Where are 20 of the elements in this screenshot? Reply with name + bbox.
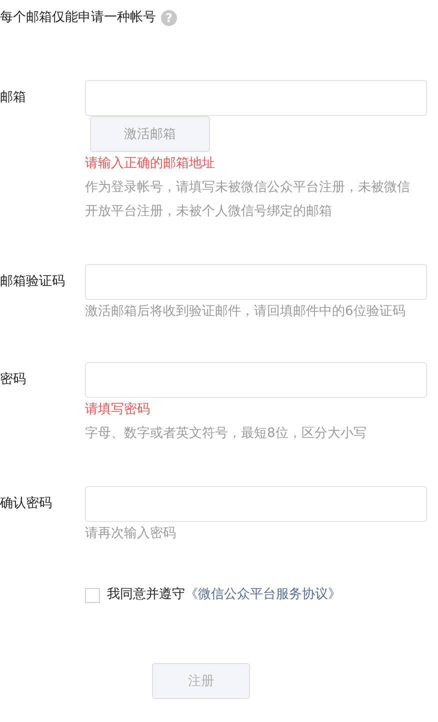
notice-text: 每个邮箱仅能申请一种帐号	[0, 9, 156, 27]
agreement-link[interactable]: 《微信公众平台服务协议》	[185, 587, 341, 602]
hint-text: 作为登录帐号，请填写未被微信公众平台注册，未被微信开放平台注册，未被个人微信号绑定的邮箱	[85, 179, 411, 221]
input-field[interactable]	[85, 486, 427, 522]
agreement-text: 我同意并遵守《微信公众平台服务协议》	[107, 586, 341, 604]
field-label: 确认密码	[0, 495, 52, 513]
input-field[interactable]	[85, 80, 427, 116]
hint-text: 请再次输入密码	[85, 525, 176, 543]
hint-text: 激活邮箱后将收到验证邮件，请回填邮件中的6位验证码	[85, 303, 406, 321]
field-label: 邮箱验证码	[0, 273, 65, 291]
error-text: 请填写密码	[85, 401, 150, 419]
field-label: 密码	[0, 371, 26, 389]
activate-button[interactable]: 激活邮箱	[90, 116, 210, 152]
checkbox[interactable]	[85, 588, 100, 602]
input-field[interactable]	[85, 362, 427, 398]
error-text: 请输入正确的邮箱地址	[85, 155, 215, 173]
help-icon[interactable]: ?	[161, 10, 177, 26]
hint-text: 字母、数字或者英文符号，最短8位，区分大小写	[85, 425, 366, 443]
input-field[interactable]	[85, 264, 427, 300]
field-label: 邮箱	[0, 89, 26, 107]
